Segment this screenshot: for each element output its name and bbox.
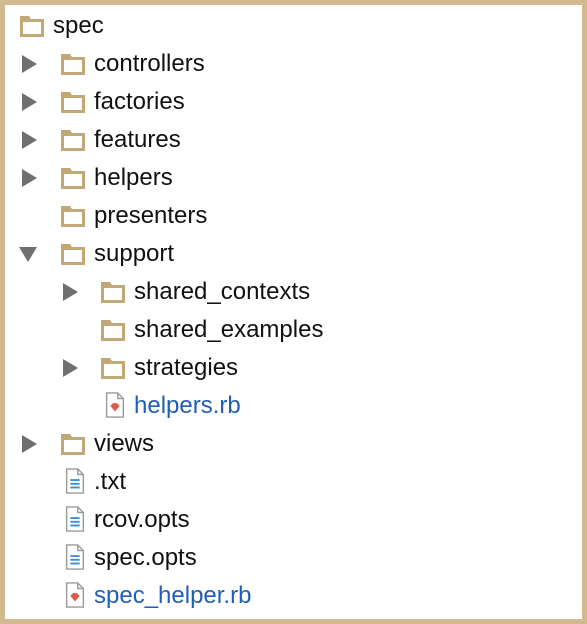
tree-node-helpers-rb[interactable]: helpers.rb — [5, 387, 582, 425]
tree-node-controllers[interactable]: controllers — [5, 45, 582, 83]
tree-node-features[interactable]: features — [5, 121, 582, 159]
text-file-icon — [65, 506, 85, 532]
tree-node-label: helpers — [94, 164, 173, 191]
tree-node-txt[interactable]: .txt — [5, 463, 582, 501]
text-file-icon — [65, 544, 85, 570]
ruby-file-icon — [65, 582, 85, 608]
folder-icon — [61, 92, 85, 113]
expand-arrow-icon[interactable] — [22, 435, 37, 453]
ruby-file-icon — [105, 392, 125, 418]
tree-node-helpers[interactable]: helpers — [5, 159, 582, 197]
tree-node-spec-opts[interactable]: spec.opts — [5, 539, 582, 577]
expand-arrow-icon[interactable] — [63, 283, 78, 301]
tree-node-factories[interactable]: factories — [5, 83, 582, 121]
tree-node-label: helpers.rb — [134, 392, 241, 419]
tree-node-label: presenters — [94, 202, 208, 229]
tree-node-views[interactable]: views — [5, 425, 582, 463]
folder-icon — [61, 168, 85, 189]
project-tree-panel: spec controllers factories features help… — [5, 5, 582, 619]
tree-node-rcov-opts[interactable]: rcov.opts — [5, 501, 582, 539]
folder-icon — [61, 54, 85, 75]
tree-node-label: .txt — [94, 468, 127, 495]
expand-arrow-icon[interactable] — [22, 131, 37, 149]
folder-icon — [101, 358, 125, 379]
tree-node-support[interactable]: support — [5, 235, 582, 273]
tree-node-label: spec — [53, 12, 104, 39]
text-file-icon — [65, 468, 85, 494]
expand-arrow-icon[interactable] — [63, 359, 78, 377]
tree-node-spec-helper-rb[interactable]: spec_helper.rb — [5, 577, 582, 615]
tree-node-shared-examples[interactable]: shared_examples — [5, 311, 582, 349]
expand-arrow-icon[interactable] — [22, 55, 37, 73]
tree-node-label: features — [94, 126, 181, 153]
expand-arrow-icon[interactable] — [22, 169, 37, 187]
tree-node-label: spec.opts — [94, 544, 197, 571]
tree-node-spec[interactable]: spec — [5, 7, 582, 45]
folder-icon — [61, 244, 85, 265]
tree-node-label: controllers — [94, 50, 205, 77]
tree-node-label: factories — [94, 88, 185, 115]
expand-arrow-icon[interactable] — [22, 93, 37, 111]
folder-icon — [101, 320, 125, 341]
folder-icon — [20, 16, 44, 37]
tree-node-label: shared_contexts — [134, 278, 311, 305]
tree-node-label: views — [94, 430, 155, 457]
tree-node-label: spec_helper.rb — [94, 582, 252, 609]
collapse-arrow-icon[interactable] — [19, 247, 37, 262]
folder-icon — [61, 206, 85, 227]
tree-node-shared-contexts[interactable]: shared_contexts — [5, 273, 582, 311]
tree-node-label: strategies — [134, 354, 239, 381]
tree-node-label: shared_examples — [134, 316, 324, 343]
tree-node-label: rcov.opts — [94, 506, 190, 533]
folder-icon — [101, 282, 125, 303]
tree-node-presenters[interactable]: presenters — [5, 197, 582, 235]
folder-icon — [61, 434, 85, 455]
tree-node-label: support — [94, 240, 175, 267]
folder-icon — [61, 130, 85, 151]
tree-node-strategies[interactable]: strategies — [5, 349, 582, 387]
